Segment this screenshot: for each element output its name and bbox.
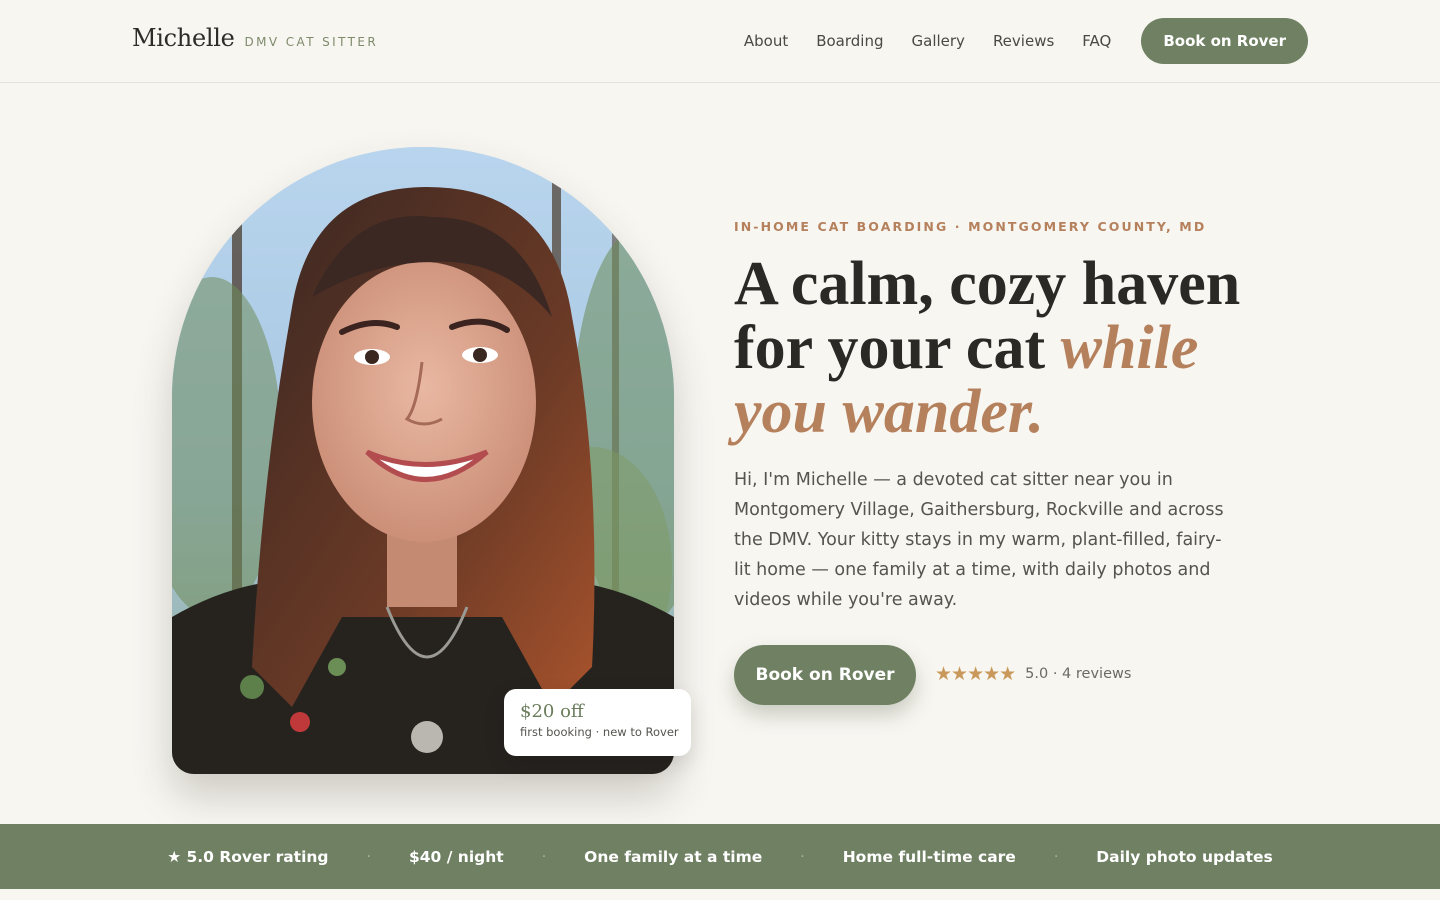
headline-accent-1: while <box>1060 314 1199 382</box>
nav-link-boarding[interactable]: Boarding <box>816 32 883 50</box>
discount-note: first booking · new to Rover <box>520 725 679 739</box>
rover-rating: ★★★★★ 5.0 · 4 reviews <box>935 663 1131 685</box>
headline-line-2: for your cat <box>734 314 1061 382</box>
highlight-photo-updates: Daily photo updates <box>1096 847 1273 866</box>
hero-eyebrow: IN-HOME CAT BOARDING · MONTGOMERY COUNTY… <box>734 219 1207 234</box>
discount-amount: $20 off <box>520 701 584 722</box>
brand-logo[interactable]: Michelle DMV CAT SITTER <box>132 24 378 52</box>
strip-separator: · <box>1053 848 1059 865</box>
brand-name: Michelle <box>132 24 235 52</box>
headline-line-1: A calm, cozy haven <box>734 250 1241 318</box>
hero-headline: A calm, cozy haven for your cat while yo… <box>734 252 1254 444</box>
portrait-photo <box>172 147 674 774</box>
hero-intro: Hi, I'm Michelle — a devoted cat sitter … <box>734 470 1224 610</box>
strip-separator: · <box>366 848 371 865</box>
headline-accent-2: you wander. <box>734 378 1045 446</box>
nav-link-reviews[interactable]: Reviews <box>993 32 1054 50</box>
strip-separator: · <box>800 848 805 865</box>
portrait-illustration <box>172 147 674 774</box>
main-nav: About Boarding Gallery Reviews FAQ Book … <box>744 18 1308 64</box>
brand-tagline: DMV CAT SITTER <box>244 35 379 49</box>
highlight-rating: ★ 5.0 Rover rating <box>167 847 329 866</box>
nav-link-faq[interactable]: FAQ <box>1082 32 1111 50</box>
nav-link-gallery[interactable]: Gallery <box>912 32 965 50</box>
rating-summary: 5.0 · 4 reviews <box>1025 666 1132 682</box>
highlight-one-family: One family at a time <box>584 847 763 866</box>
discount-badge: $20 off first booking · new to Rover <box>504 689 691 756</box>
highlight-full-time-care: Home full-time care <box>842 847 1016 866</box>
nav-link-about[interactable]: About <box>744 32 788 50</box>
site-header: Michelle DMV CAT SITTER About Boarding G… <box>0 0 1440 83</box>
highlight-price: $40 / night <box>408 847 504 866</box>
highlights-strip: ★ 5.0 Rover rating · $40 / night · One f… <box>0 824 1440 889</box>
strip-separator: · <box>541 848 547 865</box>
star-rating-icon: ★★★★★ <box>935 663 1016 685</box>
header-book-button[interactable]: Book on Rover <box>1141 18 1308 64</box>
hero-book-button[interactable]: Book on Rover <box>734 645 916 705</box>
